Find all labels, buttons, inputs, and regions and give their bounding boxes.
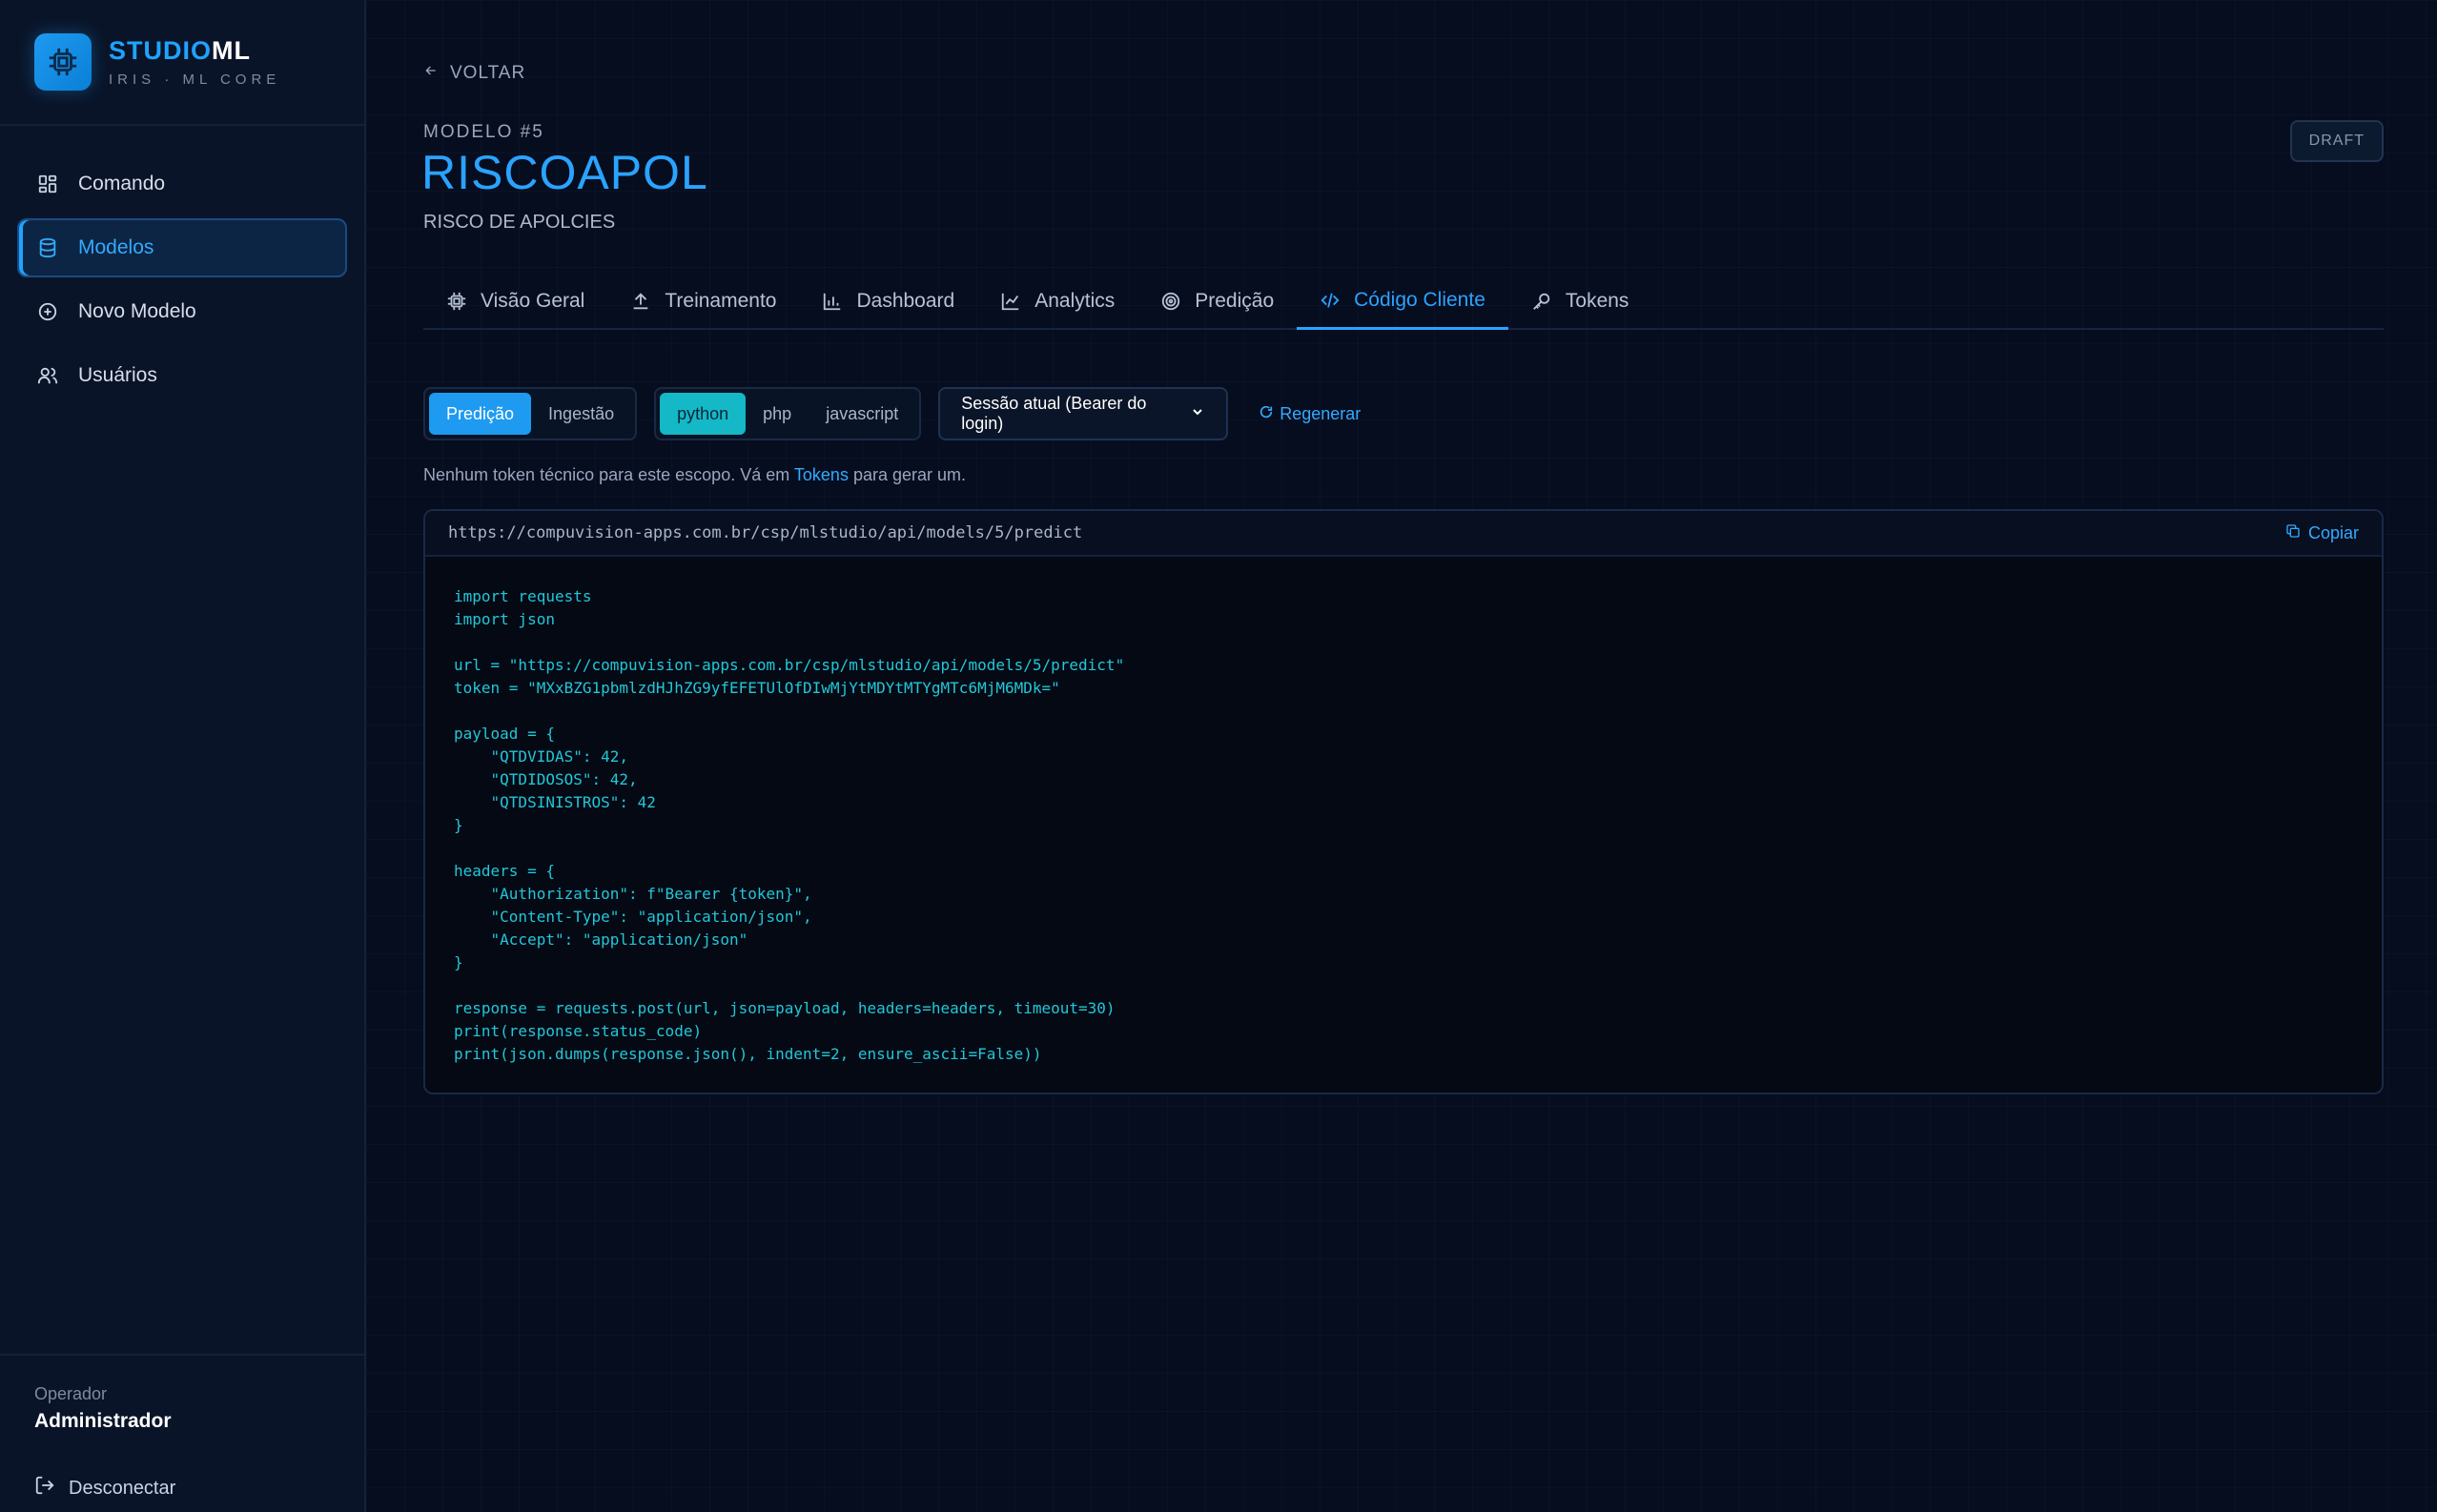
brand-title: STUDIOML [109, 36, 251, 65]
chip-logo-icon [34, 33, 92, 91]
sidebar-item-usuarios[interactable]: Usuários [17, 346, 347, 405]
tab-dashboard[interactable]: Dashboard [799, 273, 977, 330]
token-hint: Nenhum token técnico para este escopo. V… [423, 465, 967, 484]
database-icon [36, 236, 59, 259]
scope-toggle: Predição Ingestão [423, 387, 638, 440]
regenerate-label: Regenerar [1280, 403, 1362, 423]
lang-javascript-button[interactable]: javascript [809, 393, 915, 435]
code-panel-header: https://compuvision-apps.com.br/csp/mlst… [425, 511, 2382, 557]
tab-codigo-cliente[interactable]: Código Cliente [1297, 273, 1508, 330]
target-icon [1160, 291, 1181, 312]
regenerate-button[interactable]: Regenerar [1259, 404, 1361, 424]
copy-label: Copiar [2307, 522, 2359, 542]
sidebar-item-label: Usuários [78, 364, 157, 386]
auth-select-value: Sessão atual (Bearer do login) [961, 394, 1147, 433]
tab-label: Analytics [1034, 290, 1116, 312]
scope-predicao-button[interactable]: Predição [429, 393, 532, 435]
language-toggle: python php javascript [654, 387, 922, 440]
copy-button[interactable]: Copiar [2285, 523, 2359, 543]
plus-circle-icon [36, 300, 59, 323]
grid-icon [36, 173, 59, 195]
model-number: MODELO #5 [423, 122, 544, 142]
back-link[interactable]: VOLTAR [423, 63, 525, 84]
sidebar: STUDIOML IRIS · ML CORE Comando Modelos [0, 0, 366, 1512]
status-badge: DRAFT [2289, 120, 2384, 162]
model-description: RISCO DE APOLCIES [423, 212, 616, 233]
copy-icon [2285, 523, 2301, 543]
lang-php-button[interactable]: php [746, 393, 809, 435]
tab-label: Dashboard [856, 290, 955, 312]
sidebar-item-comando[interactable]: Comando [17, 154, 347, 214]
tab-label: Visão Geral [481, 290, 585, 312]
refresh-icon [1259, 404, 1274, 424]
tab-label: Código Cliente [1354, 288, 1485, 311]
endpoint-url: https://compuvision-apps.com.br/csp/mlst… [448, 523, 1083, 542]
key-icon [1531, 291, 1552, 312]
lang-python-button[interactable]: python [660, 393, 747, 435]
tab-analytics[interactable]: Analytics [977, 273, 1137, 330]
tab-tokens[interactable]: Tokens [1508, 273, 1652, 330]
controls-bar: Predição Ingestão python php javascript … [423, 387, 1361, 440]
sidebar-item-label: Comando [78, 173, 166, 194]
sidebar-item-label: Novo Modelo [78, 300, 196, 322]
brand: STUDIOML IRIS · ML CORE [0, 0, 364, 126]
tab-predicao[interactable]: Predição [1137, 273, 1297, 330]
brand-subtitle: IRIS · ML CORE [109, 72, 281, 88]
tab-label: Treinamento [665, 290, 777, 312]
app-root: STUDIOML IRIS · ML CORE Comando Modelos [0, 0, 2437, 1512]
chevron-down-icon [1190, 404, 1205, 424]
sidebar-item-label: Modelos [78, 236, 154, 258]
code-icon [1320, 290, 1341, 311]
users-icon [36, 364, 59, 387]
upload-icon [630, 291, 651, 312]
auth-select[interactable]: Sessão atual (Bearer do login) [938, 387, 1229, 440]
back-label: VOLTAR [450, 63, 526, 83]
page-title: RISCOAPOL [421, 146, 708, 199]
main-content: VOLTAR MODELO #5 RISCOAPOL RISCO DE APOL… [366, 0, 2437, 1512]
tokens-link[interactable]: Tokens [794, 465, 849, 484]
code-panel: https://compuvision-apps.com.br/csp/mlst… [423, 509, 2384, 1094]
logout-button[interactable]: Desconectar [34, 1475, 330, 1502]
bar-chart-icon [822, 291, 843, 312]
sidebar-item-novo-modelo[interactable]: Novo Modelo [17, 282, 347, 341]
operator-label: Operador [34, 1384, 108, 1403]
scope-ingestao-button[interactable]: Ingestão [531, 393, 631, 435]
sidebar-nav: Comando Modelos Novo Modelo Usuários [0, 126, 364, 405]
tab-treinamento[interactable]: Treinamento [607, 273, 799, 330]
code-block[interactable]: import requests import json url = "https… [425, 557, 2382, 1093]
operator-name: Administrador [34, 1410, 172, 1432]
arrow-left-icon [423, 63, 439, 84]
tab-label: Tokens [1565, 290, 1629, 312]
sidebar-footer: Operador Administrador Desconectar [0, 1354, 364, 1512]
tab-label: Predição [1195, 290, 1275, 312]
sidebar-item-modelos[interactable]: Modelos [17, 218, 347, 277]
tab-bar: Visão Geral Treinamento Dashboard Analyt… [423, 273, 2384, 330]
logout-icon [34, 1475, 55, 1502]
chip-icon [446, 291, 467, 312]
tab-visao-geral[interactable]: Visão Geral [423, 273, 607, 330]
logout-label: Desconectar [69, 1477, 176, 1499]
line-chart-icon [1000, 291, 1021, 312]
